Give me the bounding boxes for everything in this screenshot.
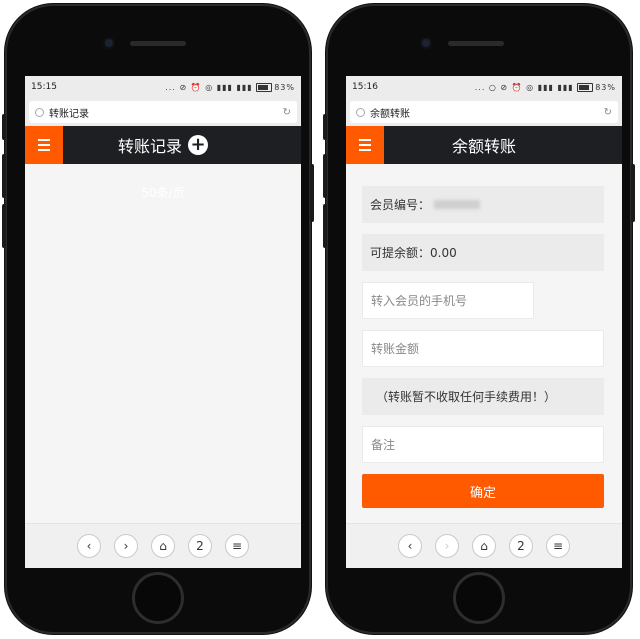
power-button [631, 164, 635, 222]
bottom-nav: ‹ › ⌂ 2 ≡ [25, 523, 301, 568]
tabs-count-button[interactable]: 2 [509, 534, 533, 558]
forward-button[interactable]: › [114, 534, 138, 558]
volume-up-button [2, 154, 6, 198]
home-button-hardware[interactable] [132, 572, 184, 624]
forward-button[interactable]: › [435, 534, 459, 558]
screen-balance-transfer: 15:16 ... ○ ⊘ ⏰ ◎ ▮▮▮ ▮▮▮ 83% 余额转账 ↻ 余额转… [346, 76, 622, 568]
browser-menu-button[interactable]: ≡ [225, 534, 249, 558]
url-box[interactable]: 转账记录 ↻ [29, 101, 297, 123]
transfer-form: 会员编号： 可提余额：0.00 转入会员的手机号 转账金额 （转账暂不收取任何手… [346, 164, 622, 508]
menu-button[interactable] [346, 126, 384, 164]
browser-url-bar: 转账记录 ↻ [25, 98, 301, 126]
menu-button[interactable] [25, 126, 63, 164]
status-bar: 15:15 ... ⊘ ⏰ ◎ ▮▮▮ ▮▮▮ 83% [25, 76, 301, 98]
loading-icon [356, 107, 365, 117]
bottom-nav: ‹ › ⌂ 2 ≡ [346, 523, 622, 568]
volume-down-button [2, 204, 6, 248]
front-camera [422, 39, 430, 47]
url-title: 转账记录 [49, 108, 89, 120]
hamburger-icon-line [38, 144, 50, 146]
transfer-amount-input[interactable]: 转账金额 [362, 330, 604, 367]
battery-level: 83% [595, 82, 616, 92]
back-button[interactable]: ‹ [77, 534, 101, 558]
remark-input[interactable]: 备注 [362, 426, 604, 463]
status-time: 15:16 [352, 82, 378, 92]
battery-icon [256, 82, 273, 92]
recipient-phone-input[interactable]: 转入会员的手机号 [362, 282, 534, 319]
phone-left: 15:15 ... ⊘ ⏰ ◎ ▮▮▮ ▮▮▮ 83% 转账记录 ↻ 转账记录 … [2, 4, 314, 634]
browser-url-bar: 余额转账 ↻ [346, 98, 622, 126]
volume-down-button [323, 204, 327, 248]
url-title: 余额转账 [370, 108, 410, 120]
screen-transfer-records: 15:15 ... ⊘ ⏰ ◎ ▮▮▮ ▮▮▮ 83% 转账记录 ↻ 转账记录 … [25, 76, 301, 568]
volume-up-button [323, 154, 327, 198]
add-icon[interactable]: + [188, 135, 208, 155]
browser-menu-button[interactable]: ≡ [546, 534, 570, 558]
battery-level: 83% [274, 82, 295, 92]
back-button[interactable]: ‹ [398, 534, 422, 558]
withdrawable-balance: 可提余额：0.00 [362, 234, 604, 271]
hamburger-icon-line [359, 149, 371, 151]
earpiece-speaker [130, 41, 186, 46]
hamburger-icon-line [38, 139, 50, 141]
confirm-button[interactable]: 确定 [362, 474, 604, 508]
status-time: 15:15 [31, 82, 57, 92]
member-id-field: 会员编号： [362, 186, 604, 223]
hamburger-icon-line [359, 139, 371, 141]
page-title: 转账记录 [117, 137, 182, 156]
home-button[interactable]: ⌂ [151, 534, 175, 558]
home-button-hardware[interactable] [453, 572, 505, 624]
battery-icon [577, 82, 594, 92]
mute-switch [323, 114, 327, 140]
status-bar: 15:16 ... ○ ⊘ ⏰ ◎ ▮▮▮ ▮▮▮ 83% [346, 76, 622, 98]
front-camera [105, 39, 113, 47]
reload-icon[interactable]: ↻ [604, 107, 612, 118]
page-title: 余额转账 [451, 137, 516, 156]
loading-icon [35, 107, 44, 117]
status-icons: ... ⊘ ⏰ ◎ ▮▮▮ ▮▮▮ 83% [165, 82, 295, 92]
url-box[interactable]: 余额转账 ↻ [350, 101, 618, 123]
tabs-count-button[interactable]: 2 [188, 534, 212, 558]
earpiece-speaker [448, 41, 504, 46]
phone-right: 15:16 ... ○ ⊘ ⏰ ◎ ▮▮▮ ▮▮▮ 83% 余额转账 ↻ 余额转… [323, 4, 635, 634]
fee-notice: （转账暂不收取任何手续费用！） [362, 378, 604, 415]
member-id-label: 会员编号： [370, 198, 431, 212]
member-id-value-blurred [434, 200, 481, 209]
status-icons: ... ○ ⊘ ⏰ ◎ ▮▮▮ ▮▮▮ 83% [474, 82, 616, 92]
hamburger-icon-line [359, 144, 371, 146]
reload-icon[interactable]: ↻ [283, 107, 291, 118]
power-button [310, 164, 314, 222]
app-header: 余额转账 [346, 126, 622, 164]
app-header: 转账记录 + [25, 126, 301, 164]
home-button[interactable]: ⌂ [472, 534, 496, 558]
mute-switch [2, 114, 6, 140]
hamburger-icon-line [38, 149, 50, 151]
records-list: 50条/页 [25, 164, 301, 524]
per-page-label: 50条/页 [141, 186, 185, 200]
